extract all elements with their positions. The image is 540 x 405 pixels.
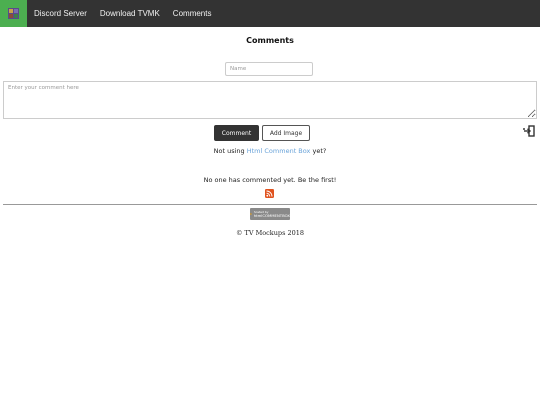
add-image-button[interactable]: Add Image — [262, 125, 310, 141]
nav-comments[interactable]: Comments — [173, 9, 212, 18]
commentbox-logo-icon — [250, 213, 252, 215]
section-divider — [3, 204, 537, 205]
nav-discord-server[interactable]: Discord Server — [34, 9, 87, 18]
html-comment-box-link[interactable]: Html Comment Box — [247, 147, 311, 155]
badge-line2: htmlCOMMENTBOX — [253, 213, 290, 218]
home-logo[interactable] — [0, 0, 27, 27]
rss-feed-icon[interactable] — [265, 189, 274, 198]
badge-text: hosted by htmlCOMMENTBOX — [254, 210, 290, 218]
top-navbar: Discord Server Download TVMK Comments — [0, 0, 540, 27]
no-comments-message: No one has commented yet. Be the first! — [203, 176, 337, 184]
sign-in-icon[interactable] — [523, 125, 535, 137]
tv-mockups-logo-icon — [8, 8, 19, 19]
footer-copyright: © TV Mockups 2018 — [235, 229, 305, 237]
name-input[interactable] — [225, 62, 313, 76]
nav-download-tvmk[interactable]: Download TVMK — [100, 9, 160, 18]
not-using-prefix: Not using — [213, 147, 245, 155]
not-using-message: Not using Html Comment Box yet? — [0, 147, 540, 155]
comments-title: Comments — [246, 36, 294, 45]
hosted-by-badge[interactable]: hosted by htmlCOMMENTBOX — [250, 208, 290, 220]
comment-button[interactable]: Comment — [214, 125, 259, 141]
comment-textarea[interactable] — [3, 81, 537, 119]
not-using-suffix: yet? — [312, 147, 327, 155]
